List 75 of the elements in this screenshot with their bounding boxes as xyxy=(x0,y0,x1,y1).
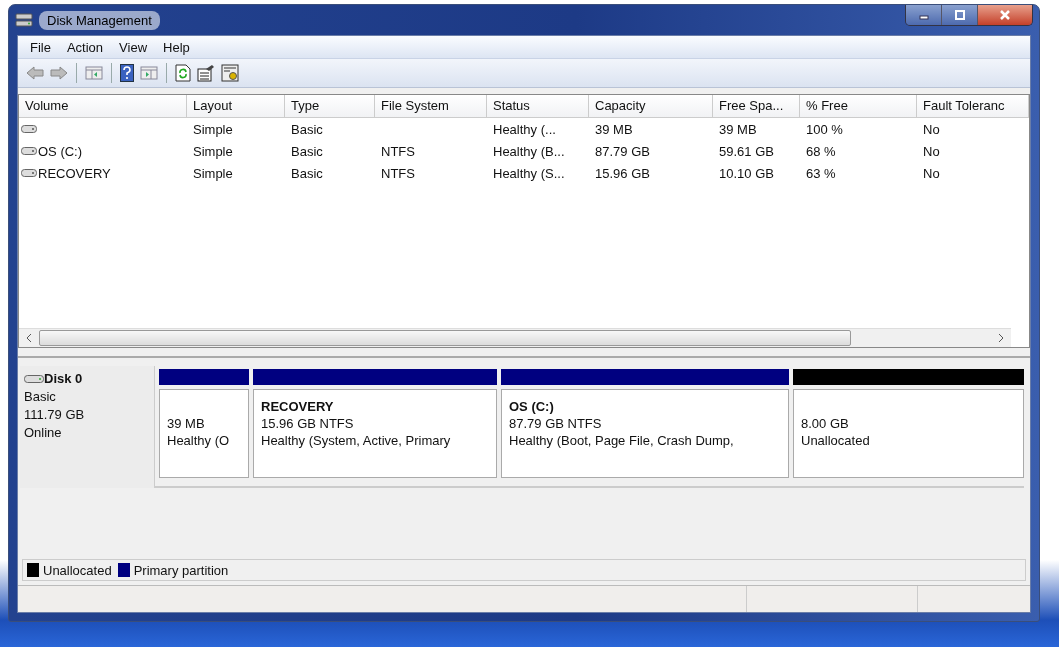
table-cell: 10.10 GB xyxy=(719,165,774,181)
disk-type: Basic xyxy=(24,388,57,406)
partition-title: OS (C:) xyxy=(509,398,555,415)
column-header[interactable]: % Free xyxy=(800,95,917,117)
column-header[interactable]: Layout xyxy=(187,95,285,117)
disk-drive-icon xyxy=(15,12,33,28)
table-cell: Healthy (B... xyxy=(493,143,565,159)
disk-state: Online xyxy=(24,424,63,442)
partition-status: Unallocated xyxy=(801,432,871,449)
partition-title: RECOVERY xyxy=(261,398,335,415)
partition-block[interactable]: OS (C:) 87.79 GB NTFS Healthy (Boot, Page File, Crash Dump, xyxy=(501,389,789,478)
table-cell: 59.61 GB xyxy=(719,143,774,159)
legend-label: Unallocated xyxy=(43,562,112,578)
maximize-button[interactable] xyxy=(942,5,978,25)
table-cell: Healthy (... xyxy=(493,121,556,137)
back-arrow-icon[interactable] xyxy=(26,66,44,80)
close-button[interactable] xyxy=(978,5,1032,25)
table-cell: Basic xyxy=(291,165,323,181)
partition-size: 8.00 GB xyxy=(801,415,850,432)
table-cell: 39 MB xyxy=(719,121,757,137)
table-cell: Simple xyxy=(193,143,233,159)
partition-block[interactable]: 8.00 GB Unallocated xyxy=(793,389,1024,478)
properties-icon[interactable] xyxy=(197,64,215,82)
column-header[interactable]: Free Spa... xyxy=(713,95,800,117)
disk-size: 111.79 GB xyxy=(24,406,86,424)
drive-icon xyxy=(21,168,37,178)
settings-icon[interactable] xyxy=(221,64,239,82)
drive-icon xyxy=(21,124,37,134)
column-header[interactable]: Status xyxy=(487,95,589,117)
menu-item[interactable]: File xyxy=(22,39,59,55)
table-cell: Simple xyxy=(193,121,233,137)
table-cell: NTFS xyxy=(381,165,415,181)
table-cell: 63 % xyxy=(806,165,836,181)
table-cell: 15.96 GB xyxy=(595,165,650,181)
column-header[interactable]: File System xyxy=(375,95,487,117)
close-icon xyxy=(998,9,1012,21)
column-header[interactable]: Fault Toleranc xyxy=(917,95,1029,117)
disk-name: Disk 0 xyxy=(44,370,83,388)
partition-block[interactable]: 39 MB Healthy (O xyxy=(159,389,249,478)
table-cell: OS (C:) xyxy=(38,143,83,159)
partition-size: 15.96 GB NTFS xyxy=(261,415,355,432)
window-title: Disk Management xyxy=(39,10,160,30)
horizontal-scrollbar[interactable] xyxy=(19,328,1011,347)
menu-item[interactable]: View xyxy=(111,39,156,55)
partition-status: Healthy (System, Active, Primary xyxy=(261,432,452,449)
partition-block[interactable]: RECOVERY 15.96 GB NTFS Healthy (System, Active, Primary xyxy=(253,389,497,478)
table-cell: No xyxy=(923,165,940,181)
menu-item[interactable]: Help xyxy=(155,39,198,55)
legend-label: Primary partition xyxy=(133,562,229,578)
menu-item[interactable]: Action xyxy=(58,39,112,55)
table-cell: Basic xyxy=(291,121,323,137)
column-header[interactable]: Type xyxy=(285,95,375,117)
table-cell: 100 % xyxy=(806,121,843,137)
table-cell: No xyxy=(923,143,940,159)
column-header[interactable]: Capacity xyxy=(589,95,713,117)
refresh-icon[interactable] xyxy=(175,64,191,82)
drive-icon xyxy=(21,146,37,156)
table-cell: Basic xyxy=(291,143,323,159)
forward-arrow-icon[interactable] xyxy=(50,66,68,80)
table-cell: Simple xyxy=(193,165,233,181)
column-header[interactable]: Volume xyxy=(19,95,187,117)
table-cell: 39 MB xyxy=(595,121,633,137)
help-icon[interactable] xyxy=(120,64,134,82)
table-cell: Healthy (S... xyxy=(493,165,565,181)
partition-status: Healthy (O xyxy=(167,432,231,449)
maximize-icon xyxy=(953,10,966,20)
table-cell: 87.79 GB xyxy=(595,143,650,159)
table-cell: No xyxy=(923,121,940,137)
partition-size: 87.79 GB NTFS xyxy=(509,415,603,432)
table-cell: NTFS xyxy=(381,143,415,159)
partition-size: 39 MB xyxy=(167,415,206,432)
drive-icon xyxy=(24,374,44,384)
table-cell: 68 % xyxy=(806,143,836,159)
table-cell: RECOVERY xyxy=(38,165,111,181)
partition-status: Healthy (Boot, Page File, Crash Dump, xyxy=(509,432,735,449)
